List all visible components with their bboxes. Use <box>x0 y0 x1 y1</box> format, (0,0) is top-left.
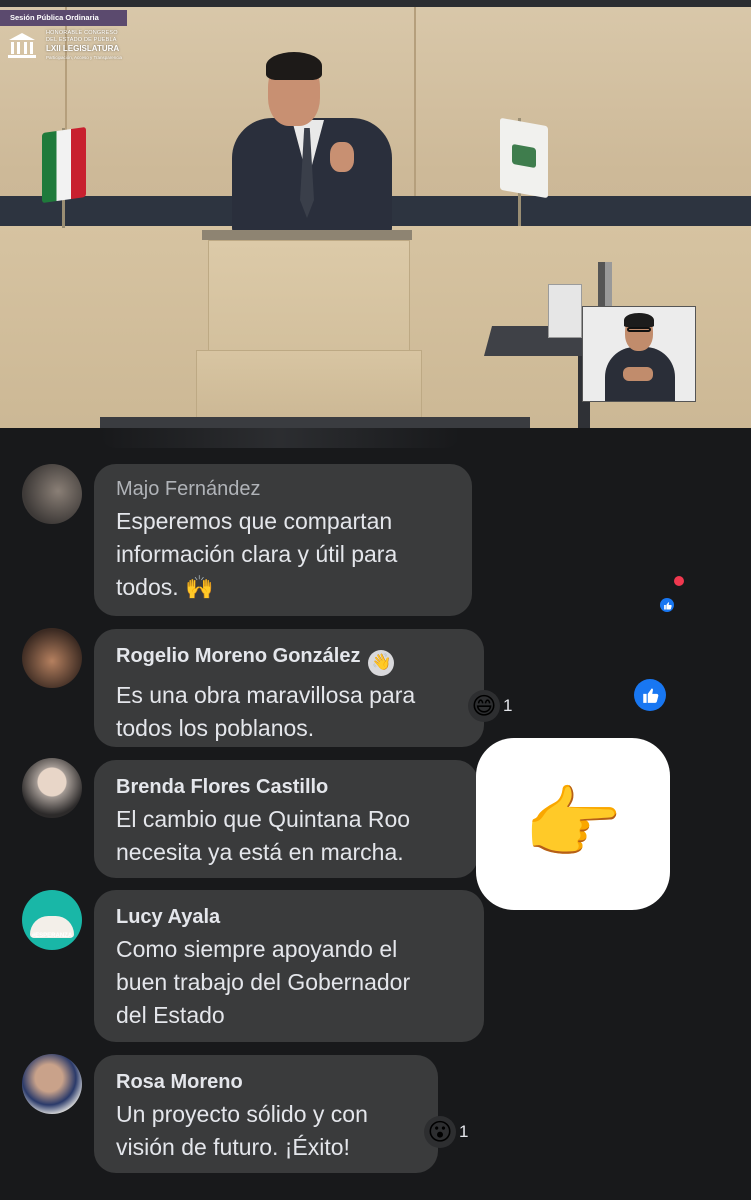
comment-line: todos. 🙌 <box>116 574 214 600</box>
desk-device <box>548 284 582 338</box>
legislature-name: LXII LEGISLATURA <box>46 44 120 53</box>
comment-bubble[interactable]: Rosa Moreno Un proyecto sólido y con vis… <box>94 1055 438 1173</box>
pointing-hand-sticker[interactable]: 👉 <box>476 738 670 910</box>
comment-bubble[interactable]: Lucy Ayala Como siempre apoyando el buen… <box>94 890 484 1042</box>
reaction-count: 1 <box>503 696 513 715</box>
pointing-hand-icon: 👉 <box>523 779 623 868</box>
previous-comment-fade <box>100 428 460 448</box>
like-icon <box>660 598 674 612</box>
heart-icon <box>674 576 684 586</box>
comment-text: Es una obra maravillosa para todos los p… <box>116 679 462 745</box>
video-bottom-strip <box>100 417 530 428</box>
podium-top <box>202 230 412 240</box>
avatar-caption: #ESPERANZA <box>31 933 73 939</box>
comment-line: visión de futuro. ¡Éxito! <box>116 1134 350 1160</box>
comment-line: Un proyecto sólido y con <box>116 1101 368 1127</box>
comment-bubble[interactable]: Rogelio Moreno González 👋 Es una obra mar… <box>94 629 484 747</box>
podium <box>208 240 410 362</box>
comment-line: Como siempre apoyando el <box>116 936 398 962</box>
speaker-hand <box>330 142 354 172</box>
interpreter-hands <box>623 367 653 381</box>
wave-emoji-icon: 👋 <box>368 650 395 676</box>
comment-line: todos los poblanos. <box>116 715 315 741</box>
avatar[interactable] <box>22 1054 82 1114</box>
comment-author[interactable]: Lucy Ayala <box>116 904 462 930</box>
live-video-player[interactable]: Sesión Pública Ordinaria HONORABLE CONGR… <box>0 0 751 428</box>
avatar[interactable] <box>22 464 82 524</box>
comment-text: Esperemos que compartan información clar… <box>116 505 450 604</box>
author-name[interactable]: Rogelio Moreno González <box>116 645 360 667</box>
interpreter-hair <box>624 313 654 327</box>
laughing-reaction-icon: 😄 <box>468 690 500 722</box>
congress-tagline: Participación, Acceso y Transparencia <box>46 55 123 60</box>
congress-broadcast-badge: Sesión Pública Ordinaria HONORABLE CONGR… <box>0 10 128 61</box>
comment-line: del Estado <box>116 1002 225 1028</box>
session-label: Sesión Pública Ordinaria <box>0 10 127 26</box>
reaction-count: 1 <box>459 1122 469 1141</box>
reaction-emoji: 😮 <box>427 1118 453 1146</box>
congress-name: HONORABLE CONGRESO DEL ESTADO DE PUEBLA … <box>46 30 122 61</box>
video-top-bar <box>0 0 751 7</box>
comment-line: Esperemos que compartan <box>116 508 393 534</box>
comment-line: El cambio que Quintana Roo <box>116 806 411 832</box>
comment-author[interactable]: Rogelio Moreno González 👋 <box>116 643 462 676</box>
congress-name-line2: DEL ESTADO DE PUEBLA <box>46 37 117 43</box>
avatar[interactable] <box>22 628 82 688</box>
reaction-emoji: 😄 <box>471 692 497 720</box>
interpreter-glasses <box>627 327 651 332</box>
reaction-summary[interactable]: 😮 1 <box>424 1116 468 1148</box>
mic-stand <box>598 262 612 310</box>
avatar[interactable] <box>22 758 82 818</box>
comment-text: El cambio que Quintana Roo necesita ya e… <box>116 803 456 869</box>
like-icon <box>634 679 666 711</box>
comment-author[interactable]: Majo Fernández <box>116 476 450 502</box>
comment-line: Es una obra maravillosa para <box>116 682 416 708</box>
state-flag <box>500 117 548 199</box>
reaction-summary[interactable]: 😄 1 <box>468 690 512 722</box>
comment-author[interactable]: Rosa Moreno <box>116 1069 416 1095</box>
comment-text: Como siempre apoyando el buen trabajo de… <box>116 933 462 1032</box>
wow-reaction-icon: 😮 <box>424 1116 456 1148</box>
congress-logo-icon <box>8 33 36 58</box>
avatar[interactable]: #ESPERANZA <box>22 890 82 950</box>
congress-name-line1: HONORABLE CONGRESO <box>46 30 118 36</box>
wall-panel-seam <box>414 7 416 197</box>
comment-author[interactable]: Brenda Flores Castillo <box>116 774 456 800</box>
speaker-hair <box>266 52 322 80</box>
comment-line: buen trabajo del Gobernador <box>116 969 411 995</box>
sign-language-interpreter-inset <box>582 306 696 402</box>
comment-line: necesita ya está en marcha. <box>116 839 404 865</box>
comment-bubble[interactable]: Brenda Flores Castillo El cambio que Qui… <box>94 760 478 878</box>
mexico-flag <box>42 126 86 204</box>
comment-text: Un proyecto sólido y con visión de futur… <box>116 1098 416 1164</box>
comment-bubble[interactable]: Majo Fernández Esperemos que compartan i… <box>94 464 472 616</box>
comment-line: información clara y útil para <box>116 541 398 567</box>
